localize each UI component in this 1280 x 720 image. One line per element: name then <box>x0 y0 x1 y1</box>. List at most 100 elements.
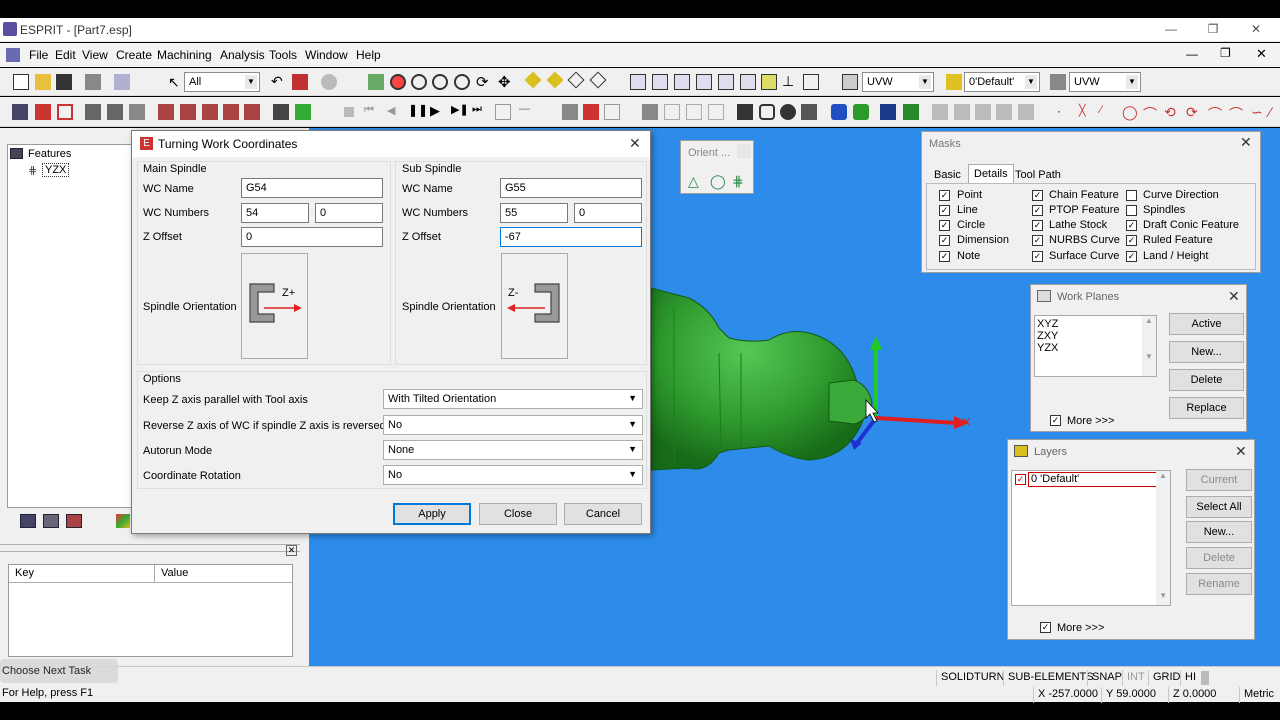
sim-stop-icon[interactable] <box>344 107 354 117</box>
mask-ruled-checkbox[interactable]: ✓ <box>1126 235 1137 246</box>
curve-icon[interactable]: ∽ <box>1251 104 1267 120</box>
menu-help[interactable]: Help <box>356 48 381 62</box>
zoom-in-icon[interactable] <box>390 74 406 90</box>
sub-orientation-button[interactable]: Z- <box>501 253 568 359</box>
close-props-icon[interactable]: ✕ <box>286 545 297 556</box>
circle-icon[interactable]: ◯ <box>1122 104 1138 120</box>
close-icon[interactable]: ✕ <box>1241 22 1271 36</box>
layer-visible-checkbox[interactable]: ✓ <box>1015 474 1026 485</box>
chamfer-icon[interactable]: ∕ <box>1269 104 1280 120</box>
machine-icon[interactable] <box>642 104 658 120</box>
wp-new-button[interactable]: New... <box>1169 341 1244 363</box>
sim-step-icon[interactable]: ▶❚ <box>451 103 469 119</box>
opt-coord-rotation-select[interactable]: No ▼ <box>383 465 643 485</box>
sim-start-icon[interactable]: ⏮ <box>364 104 380 120</box>
new-file-icon[interactable] <box>13 74 29 90</box>
sim-step-back-icon[interactable]: ◀ <box>387 104 403 120</box>
layer-item-default[interactable]: 0 'Default' <box>1028 472 1158 487</box>
sim-option-icon[interactable] <box>495 104 511 120</box>
line-draw-icon[interactable]: ╳ <box>1079 104 1095 120</box>
cutoff-icon[interactable] <box>244 104 260 120</box>
mode-sub-elements[interactable]: SUB-ELEMENTS <box>1003 670 1098 686</box>
view-back-icon[interactable] <box>696 74 712 90</box>
wp-active-button[interactable]: Active <box>1169 313 1244 335</box>
masks-tab-basic[interactable]: Basic <box>934 169 961 181</box>
machine-2-icon[interactable] <box>664 104 680 120</box>
tool-icon[interactable] <box>85 104 101 120</box>
ops-tab-icon[interactable] <box>66 514 82 528</box>
layer-new-button[interactable]: New... <box>1186 521 1252 543</box>
layers-list[interactable]: ✓ 0 'Default' ▲ ▼ <box>1011 470 1171 606</box>
orient-axis-icon[interactable]: ⋕ <box>732 173 748 189</box>
wp-delete-button[interactable]: Delete <box>1169 369 1244 391</box>
mask-line-checkbox[interactable]: ✓ <box>939 205 950 216</box>
stl-5-icon[interactable] <box>1018 104 1034 120</box>
mask-draft-conic-checkbox[interactable]: ✓ <box>1126 220 1137 231</box>
menu-view[interactable]: View <box>82 48 108 62</box>
mask-nurbs-checkbox[interactable]: ✓ <box>1032 235 1043 246</box>
solid-dark-icon[interactable] <box>880 104 896 120</box>
solid-fill-icon[interactable] <box>903 104 919 120</box>
shade-icon[interactable] <box>524 71 542 89</box>
stl-icon[interactable] <box>932 104 948 120</box>
layer-icon[interactable] <box>946 74 962 90</box>
menu-tools[interactable]: Tools <box>269 48 297 62</box>
opt-keep-z-select[interactable]: With Tilted Orientation ▼ <box>383 389 643 409</box>
opt-autorun-select[interactable]: None ▼ <box>383 440 643 460</box>
workplane-icon[interactable] <box>842 74 858 90</box>
sub-wc-num2-input[interactable]: 0 <box>574 203 642 223</box>
chuck-icon[interactable] <box>737 104 753 120</box>
layers-scrollbar[interactable]: ▲ <box>1156 471 1170 605</box>
mask-note-checkbox[interactable]: ✓ <box>939 251 950 262</box>
print-icon[interactable] <box>85 74 101 90</box>
solid-blue-icon[interactable] <box>831 104 847 120</box>
wp-item-yzx[interactable]: YZX <box>1037 342 1058 354</box>
rotate-icon[interactable]: ⟳ <box>476 73 492 91</box>
mode-snap[interactable]: SNAP <box>1087 670 1126 686</box>
paint-icon[interactable] <box>368 74 384 90</box>
mask-circle-checkbox[interactable]: ✓ <box>939 220 950 231</box>
col-key[interactable]: Key <box>9 565 155 583</box>
main-orientation-button[interactable]: Z+ <box>241 253 308 359</box>
sub-wc-name-input[interactable]: G55 <box>500 178 642 198</box>
main-z-offset-input[interactable]: 0 <box>241 227 383 247</box>
mask-spindles-checkbox[interactable] <box>1126 205 1137 216</box>
hidden-line-icon[interactable] <box>589 71 607 89</box>
feature-icon[interactable] <box>35 104 51 120</box>
menu-file[interactable]: File <box>29 48 48 62</box>
menu-create[interactable]: Create <box>116 48 152 62</box>
view-iso-icon[interactable] <box>761 74 777 90</box>
menu-machining[interactable]: Machining <box>157 48 212 62</box>
turret-icon[interactable] <box>780 104 796 120</box>
solid-green-icon[interactable] <box>853 104 869 120</box>
wp-item-zxy[interactable]: ZXY <box>1037 330 1058 342</box>
operation-icon[interactable] <box>12 104 28 120</box>
line-icon[interactable]: ∕ <box>1100 104 1116 120</box>
task-pill[interactable]: Choose Next Task <box>0 659 118 683</box>
mdi-restore-icon[interactable]: ❐ <box>1220 46 1231 60</box>
uvw-select-2[interactable]: UVW ▼ <box>1069 72 1141 92</box>
wp-item-xyz[interactable]: XYZ <box>1037 318 1058 330</box>
zoom-icon[interactable] <box>411 74 427 90</box>
masks-tab-details[interactable]: Details <box>968 164 1014 184</box>
apply-button[interactable]: Apply <box>393 503 471 525</box>
wp-scrollbar[interactable]: ▲ ▼ <box>1142 316 1156 376</box>
main-wc-name-input[interactable]: G54 <box>241 178 383 198</box>
orient-close-icon[interactable] <box>737 144 751 158</box>
close-button[interactable]: Close <box>479 503 557 525</box>
axis-icon[interactable]: ⊥ <box>782 73 798 89</box>
sub-z-offset-input[interactable]: -67 <box>500 227 642 247</box>
open-folder-icon[interactable] <box>35 74 51 90</box>
sim-pause-icon[interactable]: ❚❚ <box>408 103 428 119</box>
uvw-select-1[interactable]: UVW ▼ <box>862 72 934 92</box>
masks-close-icon[interactable]: ✕ <box>1240 134 1252 151</box>
layers-more-label[interactable]: More >>> <box>1057 622 1104 634</box>
grid-icon[interactable] <box>803 74 819 90</box>
cancel-button[interactable]: Cancel <box>564 503 642 525</box>
restore-icon[interactable]: ❐ <box>1198 22 1228 36</box>
copy-icon[interactable] <box>114 74 130 90</box>
uvw-icon[interactable] <box>1050 74 1066 90</box>
layer-rename-button[interactable]: Rename <box>1186 573 1252 595</box>
tree-item-yzx[interactable]: YZX <box>42 163 70 177</box>
undo-icon[interactable]: ↶ <box>271 73 287 89</box>
